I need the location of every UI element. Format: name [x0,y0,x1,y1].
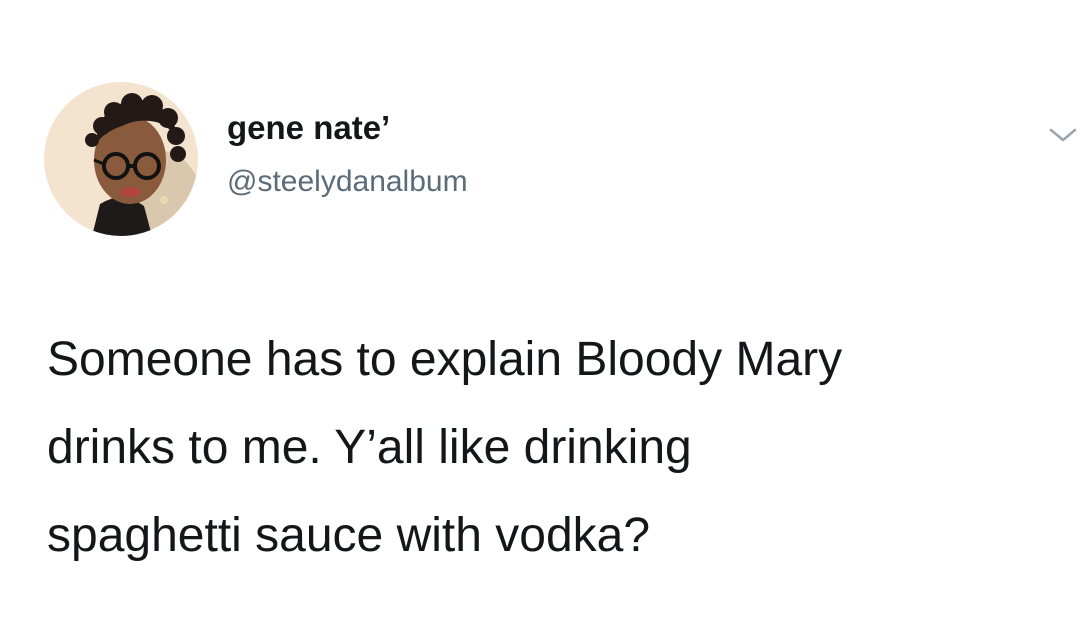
tweet-text: Someone has to explain Bloody Mary drink… [47,316,1080,580]
tweet-menu-button[interactable] [1046,122,1080,146]
avatar-photo-icon [44,82,198,236]
tweet-text-line: drinks to me. Y’all like drinking [47,421,692,474]
tweet-text-line: Someone has to explain Bloody Mary [47,333,843,386]
tweet-card: gene nate’ @steelydanalbum Someone has t… [0,0,1080,639]
chevron-down-icon [1049,128,1077,142]
author-handle[interactable]: @steelydanalbum [227,163,468,201]
author-display-name[interactable]: gene nate’ [227,108,390,148]
author-avatar[interactable] [44,82,198,236]
tweet-text-line: spaghetti sauce with vodka? [47,509,651,562]
